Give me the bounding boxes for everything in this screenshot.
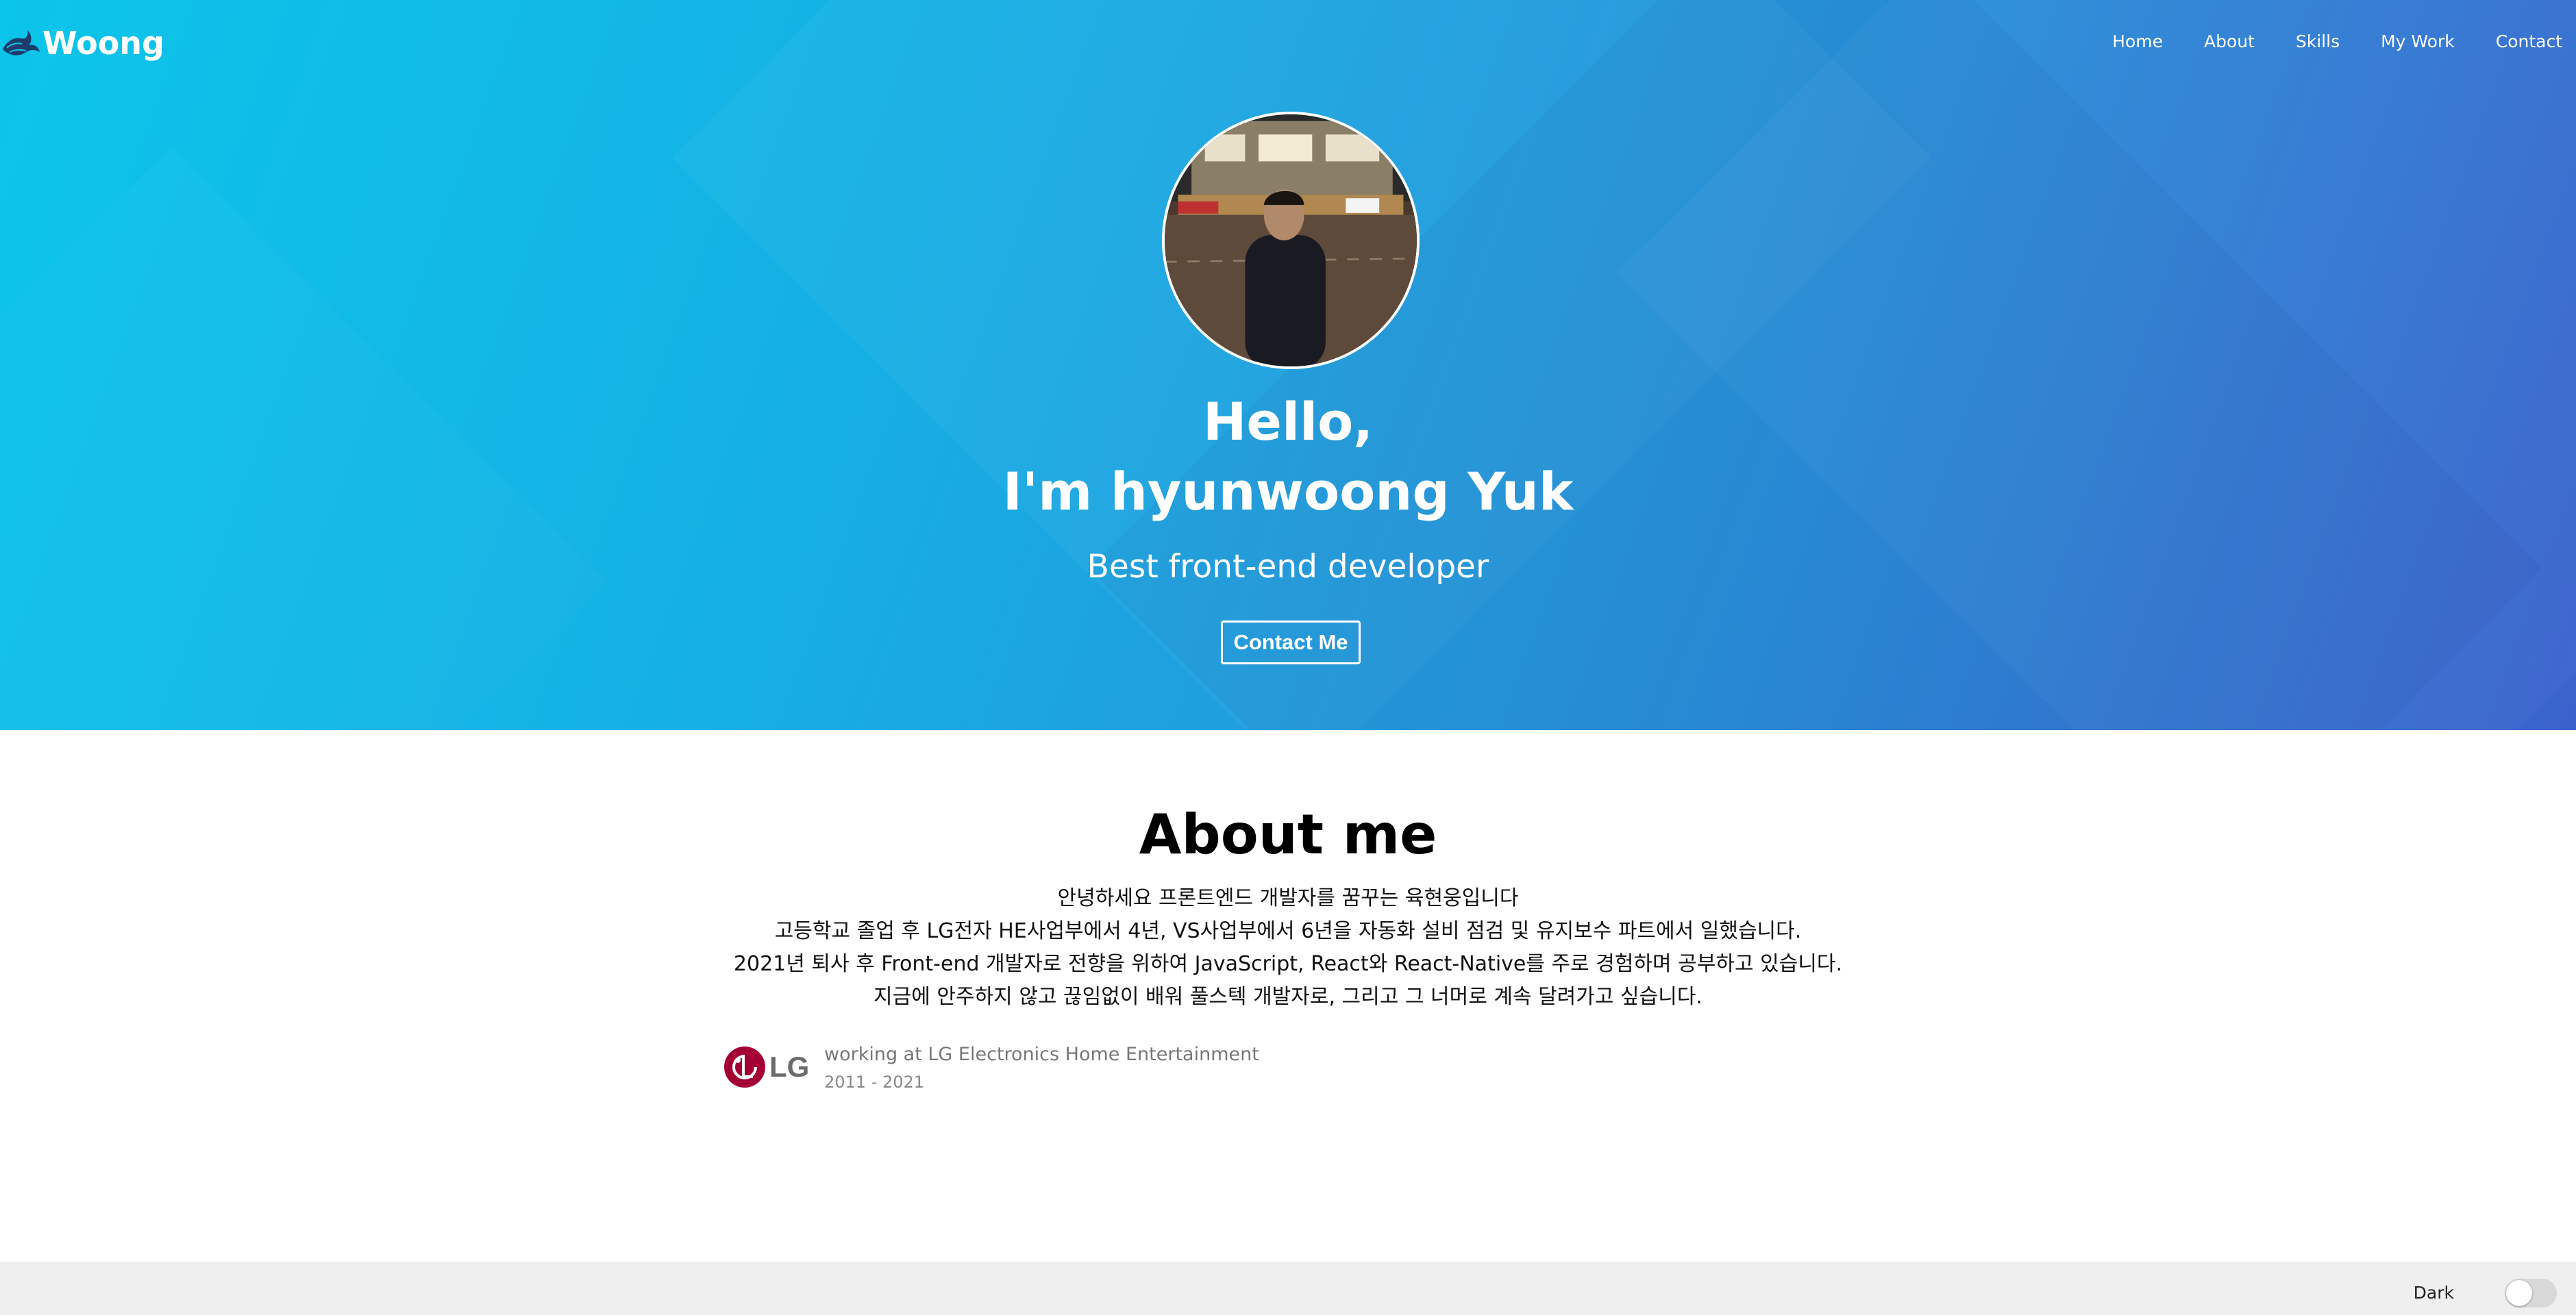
dark-mode-label: Dark [2413,1283,2454,1303]
job-entry: LG working at LG Electronics Home Entert… [723,1041,1259,1096]
dark-mode-toggle[interactable] [2505,1279,2557,1307]
nav-contact[interactable]: Contact [2475,27,2576,56]
hero-greeting: Hello, [1202,391,1374,452]
about-paragraph: 안녕하세요 프론트엔드 개발자를 꿈꾸는 육현웅입니다 [1057,886,1519,910]
job-title: working at LG Electronics Home Entertain… [824,1044,1259,1065]
nav-my-work[interactable]: My Work [2360,27,2475,56]
brand-name: Woong [42,25,164,62]
brand-logo[interactable]: Woong [0,18,164,68]
nav-home[interactable]: Home [2092,27,2183,56]
job-years: 2011 - 2021 [824,1073,925,1092]
about-paragraph: 2021년 퇴사 후 Front-end 개발자로 전향을 위하여 JavaSc… [733,952,1843,976]
footer-bar [0,1262,2576,1315]
hero-subtitle: Best front-end developer [1087,548,1489,586]
toggle-knob [2506,1280,2532,1306]
contact-me-button[interactable]: Contact Me [1221,621,1361,664]
profile-avatar [1162,112,1420,369]
about-title: About me [1139,803,1437,866]
hero-section: Woong Home About Skills My Work Contact … [0,0,2576,730]
hero-name: I'm hyunwoong Yuk [1002,461,1574,522]
about-paragraph: 고등학교 졸업 후 LG전자 HE사업부에서 4년, VS사업부에서 6년을 자… [774,919,1802,943]
nav-about[interactable]: About [2183,27,2275,56]
about-paragraph: 지금에 안주하지 않고 끊임없이 배워 풀스텍 개발자로, 그리고 그 너머로 … [874,985,1702,1009]
main-nav: Home About Skills My Work Contact [2092,27,2576,56]
svg-text:LG: LG [769,1051,809,1083]
wave-dragon-icon [0,22,42,64]
lg-logo: LG [723,1041,810,1093]
nav-skills[interactable]: Skills [2275,27,2360,56]
about-description: 안녕하세요 프론트엔드 개발자를 꿈꾸는 육현웅입니다 고등학교 졸업 후 LG… [0,882,2576,1014]
